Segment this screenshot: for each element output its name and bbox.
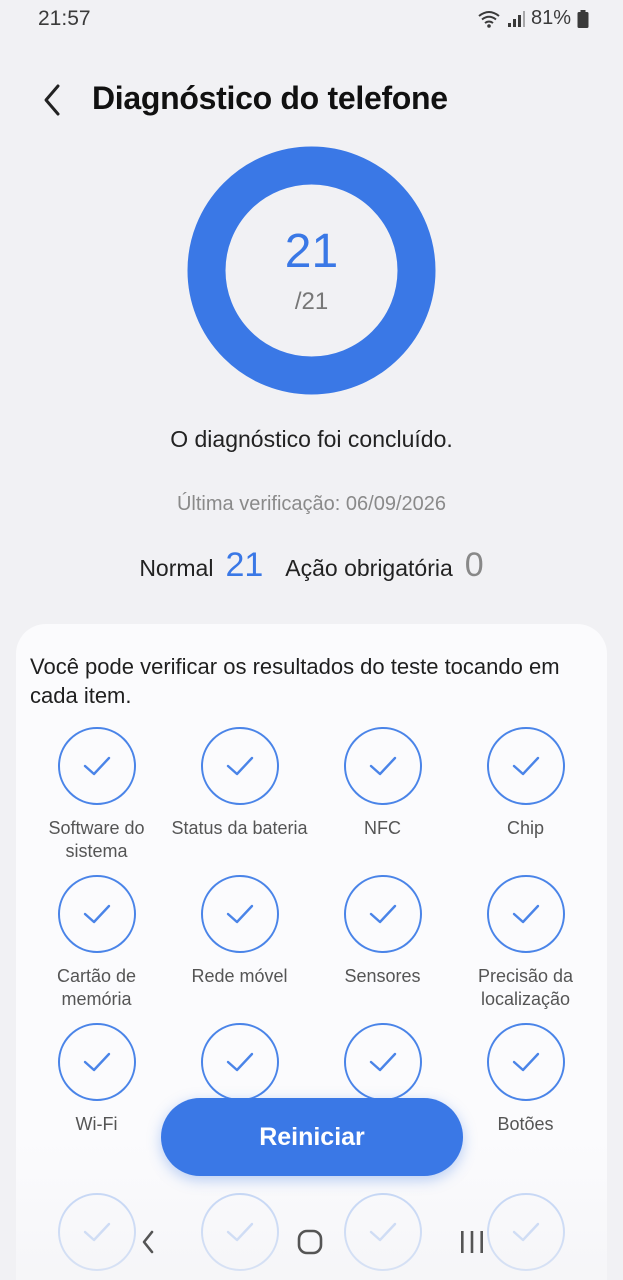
status-time: 21:57 (38, 7, 91, 30)
check-icon (226, 904, 253, 924)
check-icon (369, 1052, 396, 1072)
status-bar: 21:57 81% (0, 0, 623, 40)
check-circle (200, 875, 279, 953)
action-required-count: 0 (464, 546, 484, 584)
passed-count: 21 (284, 225, 339, 278)
result-item-label: Sensores (344, 966, 421, 986)
result-item[interactable]: Chip (454, 727, 597, 840)
check-circle (343, 727, 422, 805)
chevron-left-icon (44, 84, 60, 116)
nav-recents-button[interactable] (442, 1220, 502, 1264)
normal-label: Normal (139, 555, 214, 581)
check-circle (57, 875, 136, 953)
battery-percent: 81% (530, 7, 571, 29)
nav-back-icon (142, 1230, 154, 1254)
result-item-label: Botões (497, 1114, 554, 1134)
result-item[interactable]: Sensores (311, 875, 454, 988)
nav-home-button[interactable] (280, 1220, 340, 1264)
check-icon (512, 1052, 539, 1072)
result-item[interactable]: NFC (311, 727, 454, 840)
check-icon (226, 1052, 253, 1072)
wifi-icon (477, 9, 501, 29)
nav-home-icon (297, 1229, 323, 1255)
result-item[interactable]: Botões (454, 1023, 597, 1136)
check-circle (343, 875, 422, 953)
check-circle (200, 727, 279, 805)
result-item-label: Cartão de memória (56, 966, 137, 1009)
check-circle (200, 1023, 279, 1101)
check-icon (226, 756, 253, 776)
result-item-label: Chip (506, 818, 545, 838)
result-item-label: NFC (364, 818, 401, 838)
result-item[interactable]: Status da bateria (168, 727, 311, 840)
check-circle (486, 727, 565, 805)
result-item-label: Rede móvel (191, 966, 288, 986)
check-icon (83, 756, 110, 776)
results-card: Você pode verificar os resultados do tes… (16, 624, 607, 1280)
check-circle (486, 1023, 565, 1101)
signal-icon (507, 10, 525, 28)
check-icon (83, 1052, 110, 1072)
total-count: /21 (294, 288, 329, 315)
action-required-label: Ação obrigatória (285, 555, 453, 581)
check-circle (57, 1023, 136, 1101)
score-ring: 21 /21 (187, 146, 436, 395)
restart-button[interactable]: Reiniciar (161, 1098, 463, 1176)
nav-back-button[interactable] (118, 1220, 178, 1264)
check-icon (369, 904, 396, 924)
check-circle (486, 875, 565, 953)
navigation-bar (0, 1210, 623, 1270)
phone-diagnostics-screen: 21:57 81% Diagnóstico do telefone 21 /21… (0, 0, 623, 1280)
check-icon (512, 756, 539, 776)
result-item-label: Status da bateria (171, 818, 308, 838)
result-item-label: Software do sistema (48, 818, 145, 861)
page-title: Diagnóstico do telefone (92, 80, 448, 116)
battery-icon (577, 9, 589, 28)
result-item-label: Precisão da localização (477, 966, 574, 1009)
last-check-date: Última verificação: 06/09/2026 (176, 493, 447, 515)
nav-recents-icon (461, 1231, 483, 1253)
result-item[interactable]: Precisão da localização (454, 875, 597, 1011)
status-icons: 81% (477, 7, 589, 30)
result-item[interactable]: Software do sistema (25, 727, 168, 863)
normal-count: 21 (225, 546, 264, 584)
back-button[interactable] (30, 78, 74, 122)
check-circle (57, 727, 136, 805)
completion-message: O diagnóstico foi concluído. (170, 426, 453, 452)
check-circle (343, 1023, 422, 1101)
check-icon (512, 904, 539, 924)
check-icon (369, 756, 396, 776)
result-item-label: Wi-Fi (75, 1114, 118, 1134)
header: Diagnóstico do telefone (0, 72, 623, 128)
check-icon (83, 904, 110, 924)
result-item[interactable]: Cartão de memória (25, 875, 168, 1011)
results-instruction: Você pode verificar os resultados do tes… (30, 654, 560, 708)
results-summary: Normal 21 Ação obrigatória 0 (0, 546, 623, 585)
result-item[interactable]: Rede móvel (168, 875, 311, 988)
result-item[interactable]: Wi-Fi (25, 1023, 168, 1136)
